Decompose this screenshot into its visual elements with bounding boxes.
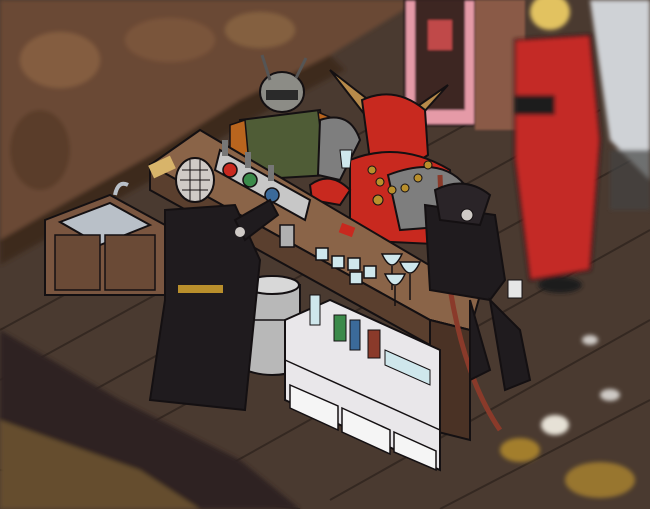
tavern-scene	[0, 0, 650, 509]
red-coat-figure	[514, 0, 602, 293]
